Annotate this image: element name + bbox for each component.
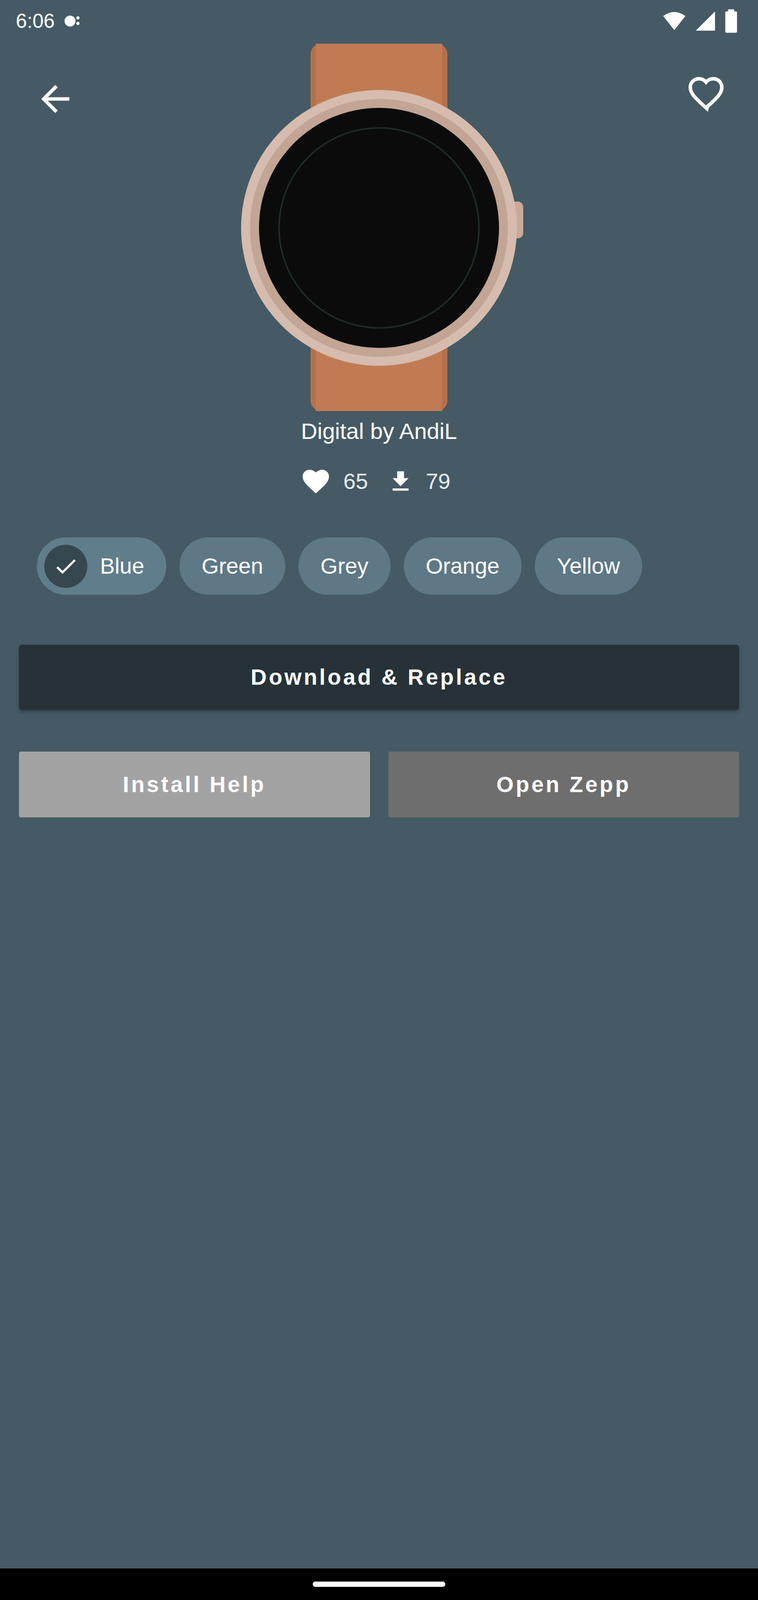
- heart-outline-icon: [685, 72, 728, 115]
- status-time: 6:06: [15, 10, 55, 33]
- notification-icon: [62, 11, 82, 31]
- secondary-button[interactable]: Open Zepp: [388, 751, 740, 818]
- download-icon: [386, 467, 415, 496]
- variant-chip[interactable]: Grey: [298, 537, 391, 595]
- navigation-bar: [0, 1568, 758, 1600]
- watch-preview-image: [231, 43, 527, 412]
- variant-chip[interactable]: Blue: [36, 537, 167, 595]
- home-indicator[interactable]: [312, 1581, 446, 1588]
- back-arrow-icon: [34, 77, 77, 121]
- watch-face-detail-screen: 6:06 Digital by AndiL 65 79 Blue Green G…: [0, 0, 758, 1600]
- secondary-buttons: Install Help Open Zepp: [18, 751, 740, 818]
- downloads-count: 79: [425, 469, 451, 495]
- variant-chip[interactable]: Orange: [403, 537, 522, 595]
- favorite-button[interactable]: [680, 67, 734, 121]
- variant-chip[interactable]: Yellow: [534, 537, 643, 595]
- back-button[interactable]: [28, 72, 82, 126]
- wifi-icon: [662, 8, 687, 34]
- likes-heart-icon: [300, 465, 332, 498]
- download-replace-button[interactable]: Download & Replace: [18, 644, 740, 711]
- watch-face-title: Digital by AndiL: [301, 417, 457, 445]
- signal-icon: [693, 9, 717, 33]
- status-bar: 6:06: [0, 0, 758, 43]
- stats-row: 65 79: [300, 465, 458, 498]
- likes-count: 65: [343, 469, 368, 495]
- check-icon: [44, 544, 88, 588]
- hero: [0, 43, 758, 412]
- battery-icon: [724, 8, 738, 34]
- variant-chip[interactable]: Green: [179, 537, 286, 595]
- secondary-button[interactable]: Install Help: [18, 751, 371, 818]
- variant-chips: Blue Green Grey Orange Yellow: [0, 537, 758, 595]
